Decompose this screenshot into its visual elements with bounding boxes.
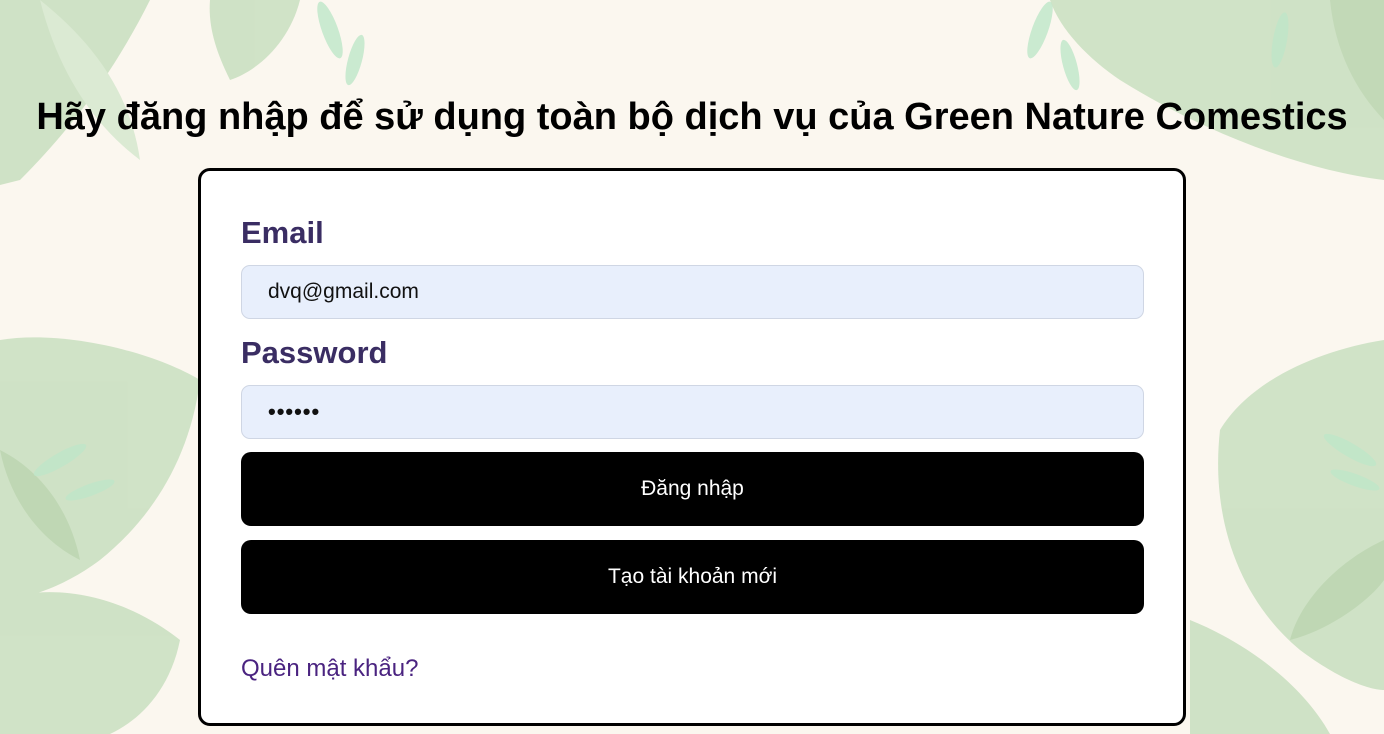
forgot-password-link[interactable]: Quên mật khẩu?: [241, 655, 418, 683]
login-button[interactable]: Đăng nhập: [241, 452, 1144, 526]
email-field[interactable]: dvq@gmail.com: [241, 265, 1144, 319]
create-account-button[interactable]: Tạo tài khoản mới: [241, 540, 1144, 614]
email-label: Email: [241, 215, 324, 250]
login-card: Email dvq@gmail.com Password •••••• Đăng…: [198, 168, 1186, 726]
page-title: Hãy đăng nhập để sử dụng toàn bộ dịch vụ…: [36, 96, 1348, 138]
password-value: ••••••: [268, 399, 321, 424]
email-value: dvq@gmail.com: [268, 280, 419, 303]
password-field[interactable]: ••••••: [241, 385, 1144, 439]
password-label: Password: [241, 335, 388, 370]
